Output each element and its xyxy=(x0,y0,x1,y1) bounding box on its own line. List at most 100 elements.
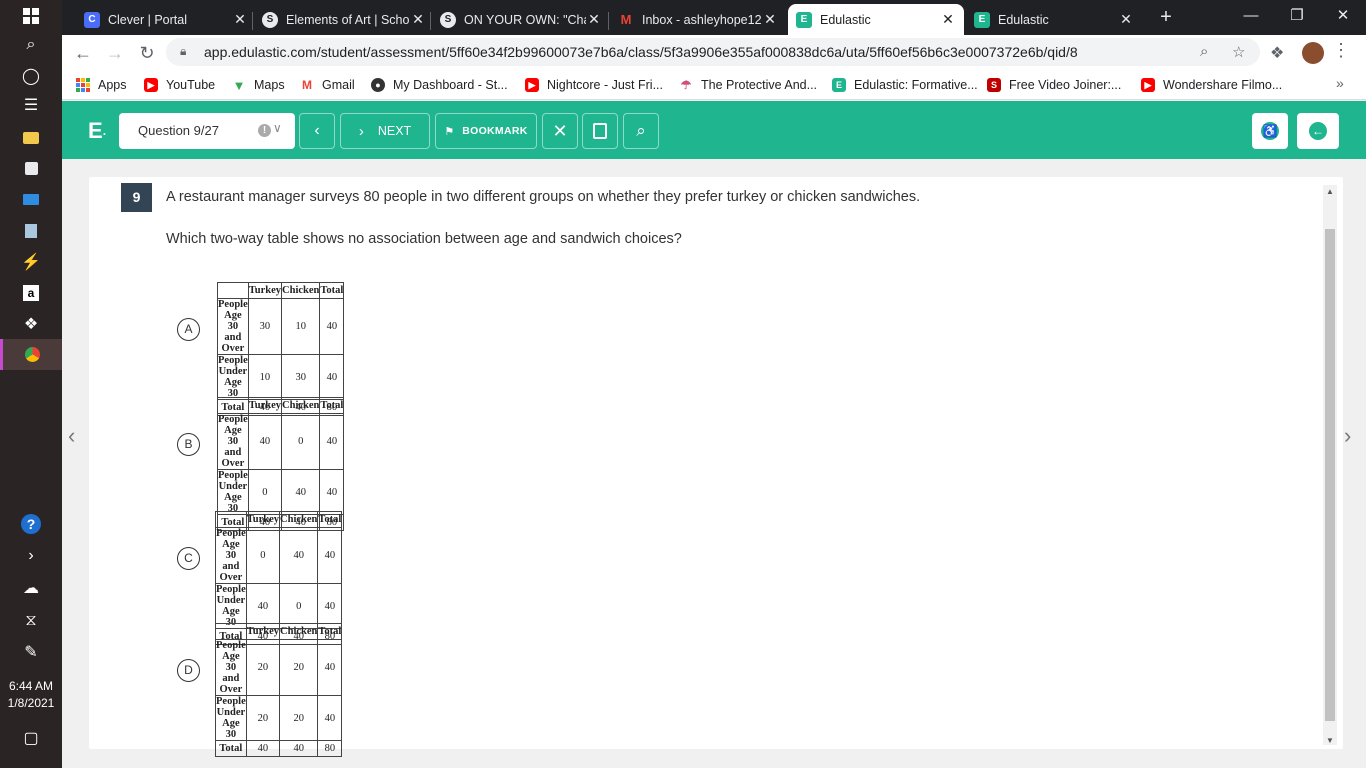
table-corner xyxy=(215,511,247,528)
tab-clever-portal[interactable]: C Clever | Portal ✕ xyxy=(76,4,256,35)
forward-button[interactable]: → xyxy=(101,39,129,67)
file-explorer-icon[interactable] xyxy=(0,122,62,153)
tab-strip: C Clever | Portal ✕ S Elements of Art | … xyxy=(62,0,1366,35)
scroll-up-icon[interactable]: ▲ xyxy=(1325,187,1335,196)
amazon-icon[interactable]: a xyxy=(0,277,62,308)
chevron-right-icon[interactable]: › xyxy=(0,540,62,571)
close-icon[interactable]: ✕ xyxy=(940,11,956,28)
bookmark-protective[interactable]: ☂ The Protective And... xyxy=(679,76,817,94)
bookmark-edulastic[interactable]: E Edulastic: Formative... xyxy=(832,76,978,94)
dropbox-icon[interactable]: ❖ xyxy=(0,308,62,339)
bookmark-star-icon[interactable]: ☆ xyxy=(1232,43,1245,61)
tab-on-your-own[interactable]: S ON YOUR OWN: "Cha ✕ xyxy=(432,4,610,35)
zoom-icon[interactable]: ⌕ xyxy=(1200,43,1208,60)
bookmark-youtube[interactable]: ▶ YouTube xyxy=(144,76,215,94)
tab-elements-of-art[interactable]: S Elements of Art | Scho ✕ xyxy=(254,4,434,35)
bookmark-gmail[interactable]: M Gmail xyxy=(300,76,355,94)
bookmark-label: Maps xyxy=(254,78,285,92)
bookmark-my-dashboard[interactable]: ● My Dashboard - St... xyxy=(371,76,508,94)
url-text[interactable]: app.edulastic.com/student/assessment/5ff… xyxy=(204,44,1078,60)
scroll-down-icon[interactable]: ▼ xyxy=(1325,736,1335,745)
calculator-button[interactable] xyxy=(582,113,618,149)
table-cell: 40 xyxy=(245,740,281,757)
onedrive-icon[interactable]: ☁ xyxy=(0,572,62,603)
bookmark-video-joiner[interactable]: S Free Video Joiner:... xyxy=(987,76,1121,94)
minimize-button[interactable]: — xyxy=(1228,3,1274,29)
chevron-left-icon: ‹ xyxy=(314,122,320,139)
restore-button[interactable]: ❐ xyxy=(1274,3,1320,29)
mail-icon[interactable] xyxy=(0,184,62,215)
next-question-arrow-icon[interactable]: › xyxy=(1344,423,1351,449)
notification-icon[interactable]: ▢ xyxy=(0,722,62,753)
scrollbar-thumb[interactable] xyxy=(1325,229,1335,721)
profile-avatar[interactable] xyxy=(1302,42,1324,64)
column-header: Total xyxy=(319,282,345,299)
extensions-puzzle-icon[interactable]: ❖ xyxy=(1270,43,1284,63)
row-label: People Age 30 and Over xyxy=(215,639,247,696)
table-cell: 40 xyxy=(319,413,345,470)
table-corner xyxy=(215,623,247,640)
bookmark-label: Gmail xyxy=(322,78,355,92)
tab-edulastic-active[interactable]: E Edulastic ✕ xyxy=(788,4,964,35)
window-close-button[interactable]: ✕ xyxy=(1320,3,1366,29)
new-tab-button[interactable]: + xyxy=(1154,6,1178,30)
previous-question-arrow-icon[interactable]: ‹ xyxy=(68,423,75,449)
column-header: Chicken xyxy=(281,282,321,299)
bookmark-nightcore[interactable]: ▶ Nightcore - Just Fri... xyxy=(525,76,663,94)
option-letter-radio[interactable]: A xyxy=(177,318,200,341)
bookmark-wondershare[interactable]: ▶ Wondershare Filmo... xyxy=(1141,76,1282,94)
back-button[interactable]: ← xyxy=(69,39,97,67)
question-select[interactable]: Question 9/27 ! ∨ xyxy=(119,113,295,149)
next-button[interactable]: › NEXT xyxy=(340,113,430,149)
bolt-icon[interactable]: ⚡ xyxy=(0,246,62,277)
accessibility-button[interactable]: ♿ xyxy=(1252,113,1288,149)
bookmark-label: Edulastic: Formative... xyxy=(854,78,978,92)
table-row: People Age 30 and Over 20 20 40 xyxy=(215,639,343,696)
option-letter-radio[interactable]: B xyxy=(177,433,200,456)
pen-icon[interactable]: ✎ xyxy=(0,636,62,667)
bookmark-button[interactable]: ⚑ BOOKMARK xyxy=(435,113,537,149)
notepad-icon[interactable] xyxy=(0,215,62,246)
help-icon[interactable]: ? xyxy=(0,508,62,539)
address-bar[interactable]: 🔒︎ app.edulastic.com/student/assessment/… xyxy=(166,38,1260,66)
system-clock[interactable]: 6:44 AM 1/8/2021 xyxy=(0,678,62,712)
table-row: Total 40 40 80 xyxy=(215,740,343,757)
tab-edulastic[interactable]: E Edulastic ✕ xyxy=(966,4,1142,35)
eliminate-answer-button[interactable]: ✕ xyxy=(542,113,578,149)
close-icon[interactable]: ✕ xyxy=(1118,11,1134,28)
edulastic-logo[interactable]: E· xyxy=(88,118,107,144)
chevron-right-icon: › xyxy=(358,122,364,140)
lock-icon[interactable]: 🔒︎ xyxy=(180,44,194,60)
table-corner xyxy=(217,282,249,299)
more-bookmarks-icon[interactable]: » xyxy=(1336,75,1344,91)
table-cell: 20 xyxy=(245,695,281,741)
reload-button[interactable]: ↻ xyxy=(133,39,161,67)
close-icon[interactable]: ✕ xyxy=(410,11,426,28)
tab-gmail-inbox[interactable]: M Inbox - ashleyhope12 ✕ xyxy=(610,4,786,35)
tab-title: Edulastic xyxy=(820,12,871,27)
store-icon[interactable] xyxy=(0,153,62,184)
option-letter-radio[interactable]: D xyxy=(177,659,200,682)
apps-grid-icon xyxy=(76,78,90,92)
scrollbar[interactable]: ▲ ▼ xyxy=(1323,185,1337,745)
option-letter-radio[interactable]: C xyxy=(177,547,200,570)
bookmark-maps[interactable]: ▼ Maps xyxy=(232,76,285,94)
bookmark-apps[interactable]: Apps xyxy=(76,76,127,94)
search-icon[interactable]: ⌕ xyxy=(0,29,62,60)
chrome-icon[interactable] xyxy=(0,339,62,370)
close-icon[interactable]: ✕ xyxy=(762,11,778,28)
wifi-icon[interactable]: ⧖ xyxy=(0,605,62,636)
task-view-icon[interactable]: ☰ xyxy=(0,89,62,120)
chrome-menu-icon[interactable]: ⋮ xyxy=(1332,40,1350,61)
chevron-down-icon: ∨ xyxy=(273,121,282,135)
cortana-icon[interactable]: ◯ xyxy=(0,60,62,91)
bookmarks-bar: Apps ▶ YouTube ▼ Maps M Gmail ● My Dashb… xyxy=(62,69,1366,100)
table-row: People Age 30 and Over 0 40 40 xyxy=(215,527,343,584)
close-icon[interactable]: ✕ xyxy=(586,11,602,28)
clock-time: 6:44 AM xyxy=(8,679,54,693)
windows-start-icon[interactable] xyxy=(0,0,62,31)
previous-button[interactable]: ‹ xyxy=(299,113,335,149)
exit-button[interactable]: ← xyxy=(1297,113,1339,149)
close-icon[interactable]: ✕ xyxy=(232,11,248,28)
magnifier-button[interactable]: ⌕ xyxy=(623,113,659,149)
